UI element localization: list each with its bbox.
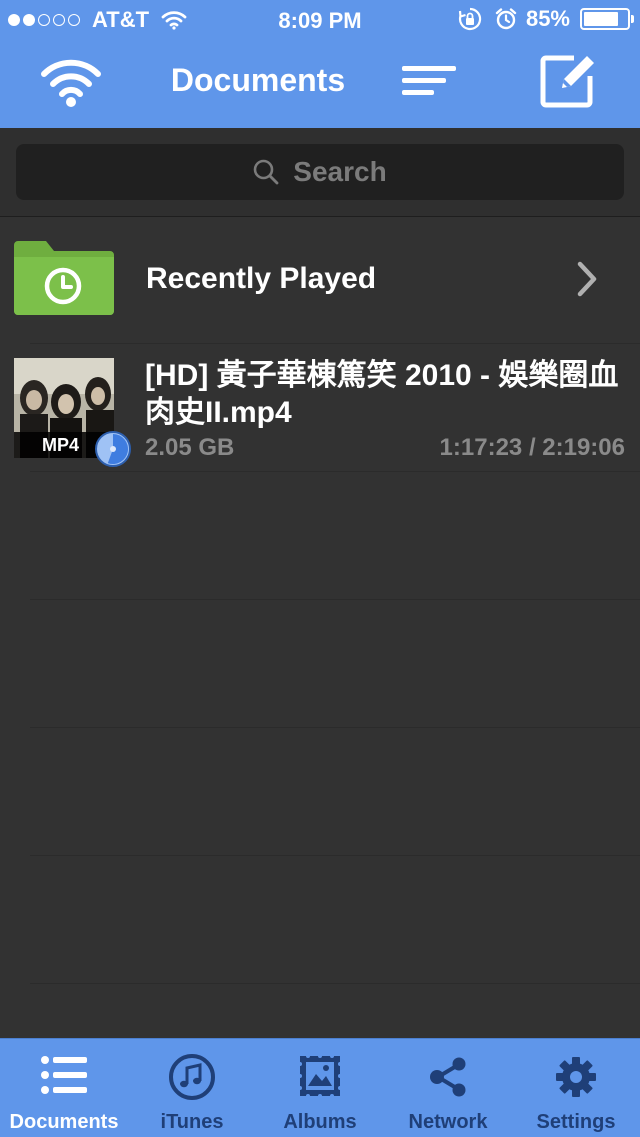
search-placeholder: Search <box>293 156 387 187</box>
folder-label: Recently Played <box>146 262 377 295</box>
battery-fill <box>584 12 618 26</box>
battery-nub <box>631 15 634 23</box>
file-playback-position: 1:17:23 / 2:19:06 <box>439 434 625 461</box>
tab-label: Documents <box>9 1111 119 1133</box>
photo-stamp-icon <box>298 1054 342 1098</box>
music-note-icon <box>169 1054 215 1100</box>
file-title: [HD] 黃子華棟篤笑 2010 - 娛樂圈血肉史II.mp4 <box>145 359 619 429</box>
search-area: Search <box>0 128 640 217</box>
row-separator <box>30 727 640 728</box>
battery-percent: 85% <box>525 6 570 31</box>
folder-row-recently-played[interactable]: Recently Played <box>0 217 640 343</box>
row-separator <box>30 855 640 856</box>
tab-documents[interactable]: Documents <box>0 1039 128 1137</box>
share-icon <box>430 1057 466 1097</box>
tab-label: Settings <box>536 1111 616 1133</box>
folder-clock-icon <box>14 241 114 315</box>
sort-lines-icon <box>402 66 456 95</box>
play-progress-icon <box>95 431 131 467</box>
tab-label: Albums <box>283 1111 357 1133</box>
row-separator <box>30 983 640 984</box>
sort-button[interactable] <box>402 66 456 101</box>
status-bar: AT&T 8:09 PM 85% <box>0 0 640 40</box>
search-icon <box>253 159 279 185</box>
tab-label: Network <box>408 1111 488 1133</box>
tab-bar: Documents iTunes Albums Network Settings <box>0 1038 640 1137</box>
search-input[interactable]: Search <box>16 144 624 200</box>
tab-settings[interactable]: Settings <box>512 1039 640 1137</box>
tab-label: iTunes <box>160 1111 224 1133</box>
gear-icon <box>556 1057 596 1097</box>
page-title: Documents <box>170 62 346 98</box>
chevron-right-icon <box>577 261 597 297</box>
file-size: 2.05 GB <box>145 434 235 461</box>
top-bar: AT&T 8:09 PM 85% Documents <box>0 0 640 128</box>
alarm-icon <box>495 8 517 30</box>
row-separator <box>30 599 640 600</box>
wifi-transfer-button[interactable] <box>40 54 102 113</box>
tab-albums[interactable]: Albums <box>256 1039 384 1137</box>
edit-button[interactable] <box>540 54 598 113</box>
wifi-icon <box>41 59 101 107</box>
tab-network[interactable]: Network <box>384 1039 512 1137</box>
edit-pencil-icon <box>540 55 594 108</box>
battery-icon <box>580 8 634 30</box>
status-right: 85% <box>458 6 634 32</box>
row-separator <box>30 471 640 472</box>
tab-itunes[interactable]: iTunes <box>128 1039 256 1137</box>
rotation-lock-icon <box>458 7 482 31</box>
list-icon <box>41 1056 87 1094</box>
